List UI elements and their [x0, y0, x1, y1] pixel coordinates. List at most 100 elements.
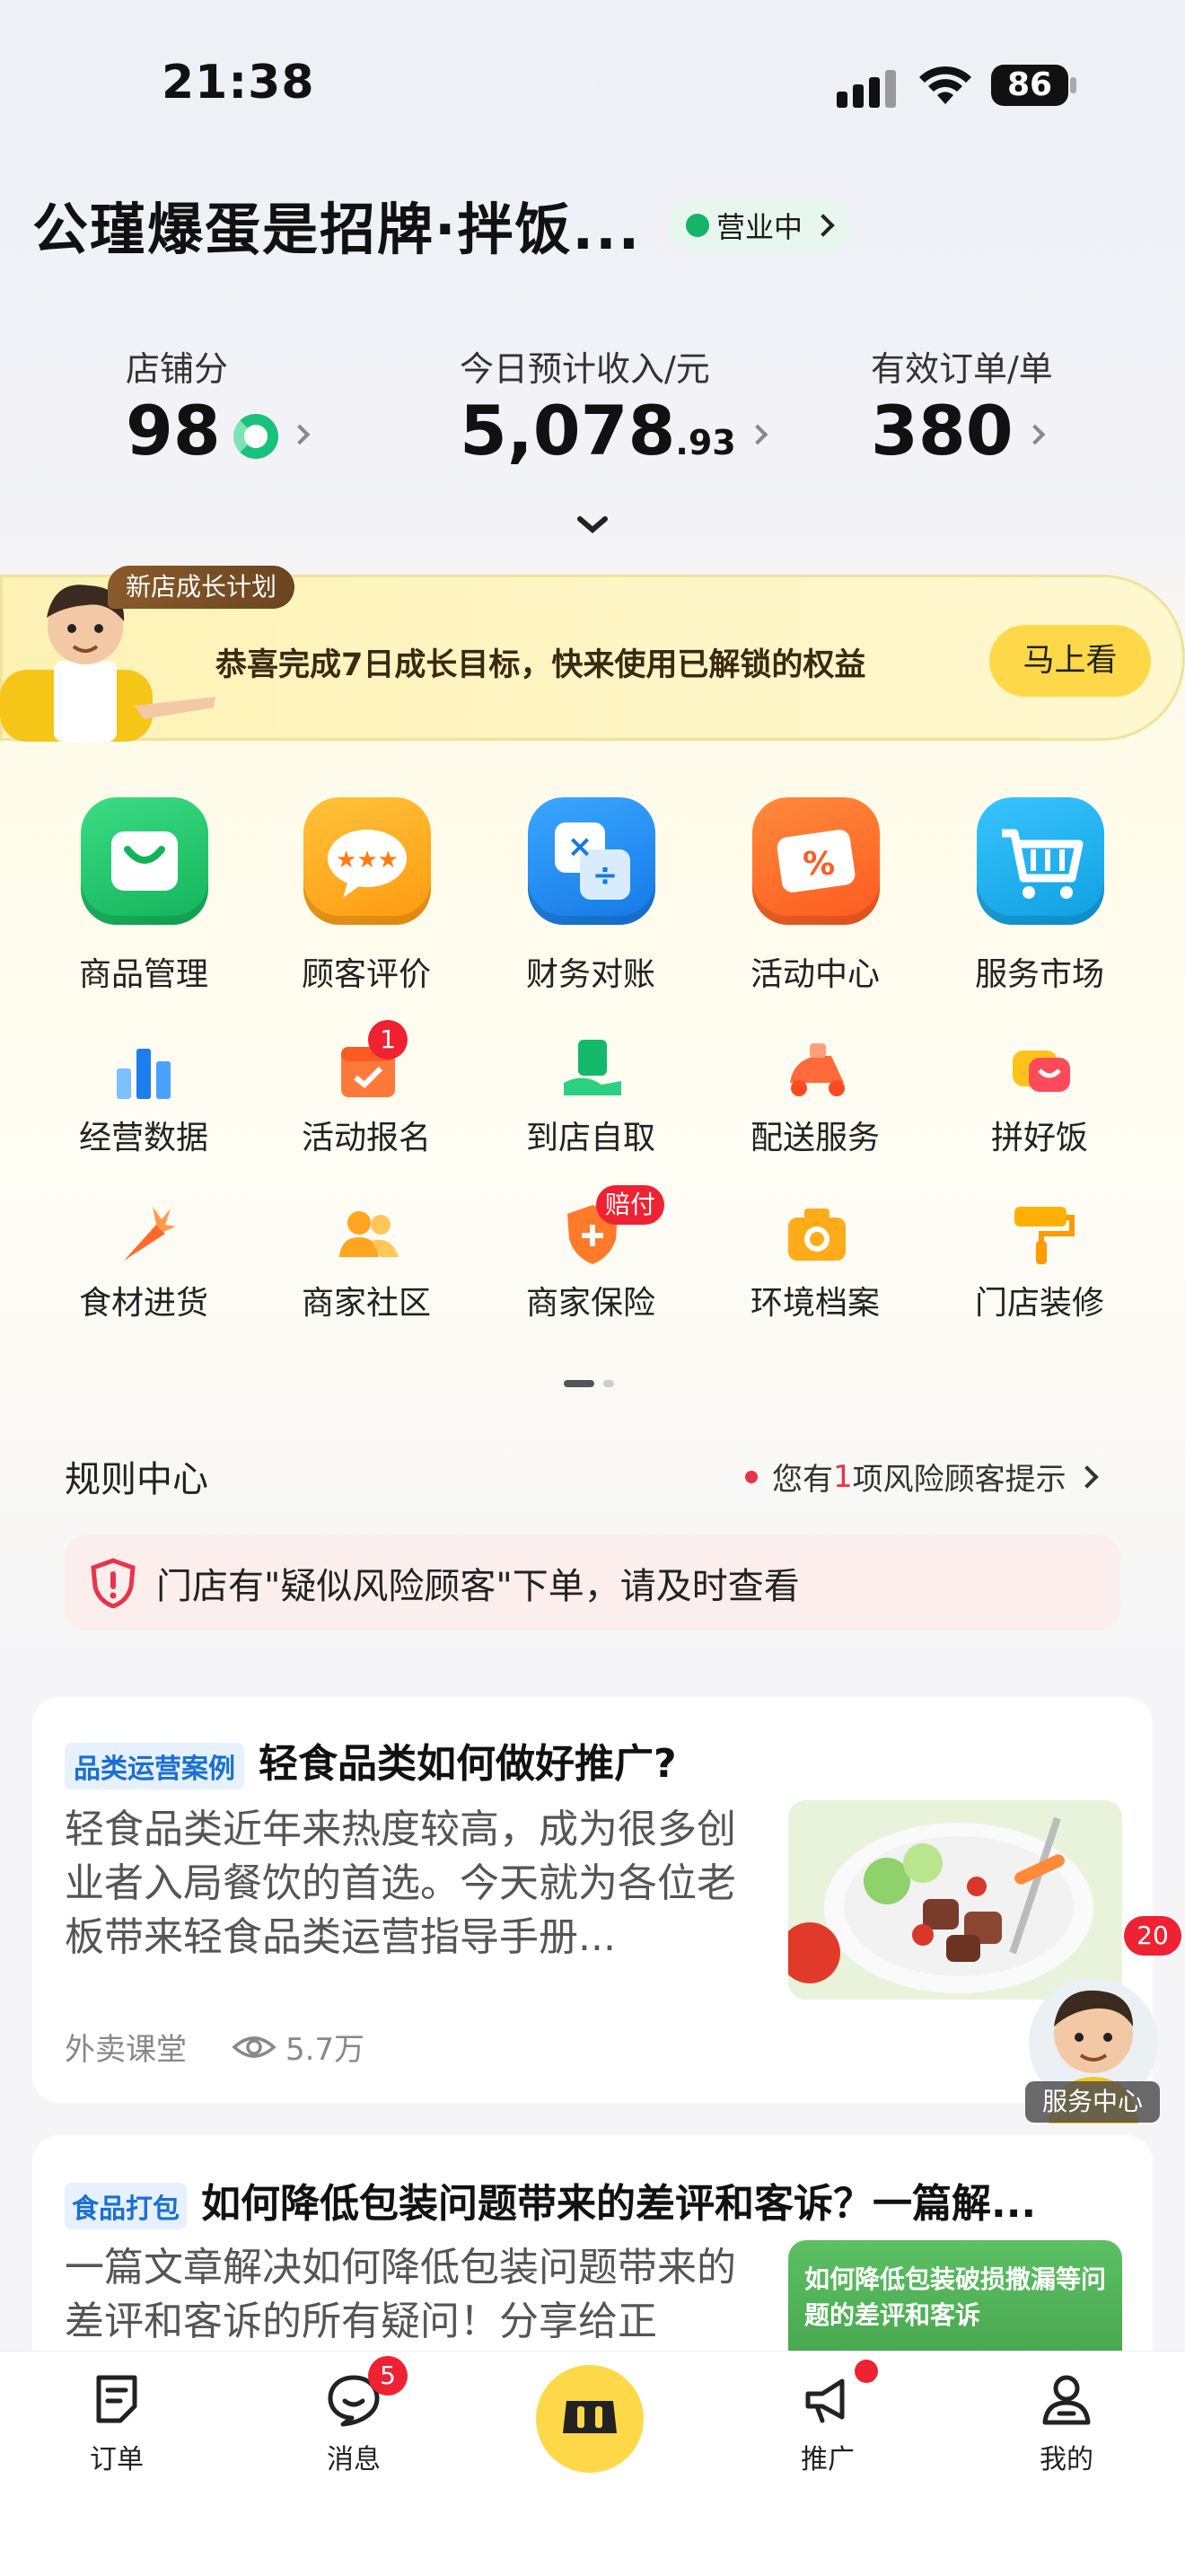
metric-valid-orders[interactable]: 有效订单/单 380 [871, 341, 1053, 470]
packaging-image: 如何降低包装破损撒漏等问题的差评和客诉 [788, 2240, 1122, 2361]
growth-plan-tag: 新店成长计划 [108, 566, 295, 609]
megaphone-icon [805, 2378, 845, 2423]
calculator-icon: × ÷ [528, 797, 655, 925]
grid-label: 活动中心 [750, 956, 880, 993]
shopping-bag-icon [81, 797, 208, 925]
metric-store-score[interactable]: 店铺分 98 [126, 341, 311, 470]
promotion-dot-badge [855, 2360, 878, 2383]
article-tag: 食品打包 [65, 2183, 187, 2229]
tab-orders[interactable]: 订单 [45, 2370, 189, 2476]
expand-chevron-icon[interactable] [575, 512, 610, 539]
risk-link-prefix: 您有 [772, 1462, 833, 1498]
metric-label: 今日预计收入/元 [460, 349, 710, 389]
chevron-right-icon [812, 214, 835, 237]
chevron-right-icon [289, 424, 311, 444]
risk-customer-link[interactable]: 您有 1 项风险顾客提示 [745, 1455, 1099, 1499]
grid-item-service-market[interactable] [977, 797, 1104, 925]
scooter-icon[interactable] [781, 1033, 853, 1104]
cellular-signal-icon [837, 68, 900, 108]
article-title-row[interactable]: 品类运营案例 轻食品类如何做好推广? [65, 1731, 677, 1789]
shield-alert-icon [91, 1558, 136, 1608]
metric-value: 380 [871, 391, 1014, 470]
paint-roller-icon[interactable] [1005, 1198, 1077, 1270]
store-status-pill[interactable]: 营业中 [668, 198, 854, 253]
tool-label[interactable]: 拼好饭 [941, 1112, 1138, 1158]
article-title-row[interactable]: 食品打包 如何降低包装问题带来的差评和客诉？一篇解... [65, 2171, 1036, 2229]
tab-promotion[interactable]: 推广 [756, 2370, 900, 2476]
camera-icon[interactable] [781, 1198, 853, 1270]
article-summary: 轻食品类近年来热度较高，成为很多创业者入局餐饮的首选。今天就为各位老板带来轻食品… [65, 1807, 736, 1960]
article-views: 5.7万 [285, 2032, 365, 2068]
people-icon[interactable] [332, 1198, 404, 1270]
metric-label: 有效订单/单 [871, 349, 1053, 389]
bar-chart-icon[interactable] [108, 1033, 180, 1104]
message-badge: 5 [368, 2356, 408, 2396]
tab-label: 我的 [1040, 2444, 1093, 2475]
tool-label[interactable]: 商家社区 [268, 1277, 465, 1323]
article-title: 如何降低包装问题带来的差评和客诉？一篇解... [201, 2181, 1037, 2227]
store-name[interactable]: 公瑾爆蛋是招牌·拌饭... [32, 184, 641, 265]
rating-chat-icon: ★★★ [303, 797, 431, 925]
metric-decimal: .93 [675, 423, 736, 462]
tool-label[interactable]: 到店自取 [492, 1112, 689, 1158]
tool-label[interactable]: 配送服务 [716, 1112, 914, 1158]
tab-label: 订单 [90, 2444, 144, 2475]
article-title: 轻食品类如何做好推广? [259, 1741, 677, 1787]
service-badge: 20 [1124, 1916, 1181, 1956]
carrot-icon[interactable] [108, 1198, 180, 1270]
wifi-icon [919, 66, 971, 104]
person-icon [1042, 2375, 1091, 2425]
article-source: 外卖课堂 [65, 2032, 187, 2068]
store-status-label: 营业中 [716, 210, 803, 244]
article-tag: 品类运营案例 [65, 1743, 244, 1789]
article-summary: 一篇文章解决如何降低包装问题带来的差评和客诉的所有疑问！分享给正 [65, 2245, 736, 2344]
chevron-right-icon [747, 424, 768, 444]
grid-item-customer-reviews[interactable]: ★★★ [303, 797, 431, 925]
meal-box-icon[interactable] [1005, 1033, 1077, 1104]
cart-icon [977, 797, 1104, 925]
grid-label: 服务市场 [974, 956, 1104, 993]
metric-value: 98 [126, 391, 221, 470]
score-ring-icon [233, 413, 278, 459]
grid-item-activity-center[interactable]: % [752, 797, 880, 925]
view-now-button[interactable]: 马上看 [989, 625, 1151, 697]
svg-text:×: × [567, 829, 593, 865]
metric-label: 店铺分 [126, 349, 229, 389]
compensation-badge: 赔付 [596, 1185, 665, 1225]
store-icon [563, 2401, 617, 2433]
page-indicator [564, 1374, 623, 1391]
svg-text:★★★: ★★★ [336, 847, 399, 874]
tool-label[interactable]: 门店装修 [941, 1277, 1138, 1323]
chevron-right-icon [1075, 1464, 1099, 1489]
metric-today-income[interactable]: 今日预计收入/元 5,078.93 [460, 341, 768, 470]
eye-icon [232, 2035, 276, 2058]
tool-label[interactable]: 经营数据 [45, 1112, 242, 1158]
tool-label[interactable]: 商家保险 [492, 1277, 689, 1323]
service-center-label[interactable]: 服务中心 [1025, 2081, 1160, 2123]
grid-label: 顾客评价 [301, 956, 431, 993]
tool-label[interactable]: 环境档案 [716, 1277, 914, 1323]
article-meta: 外卖课堂 5.7万 [65, 2025, 364, 2069]
grid-item-product-management[interactable] [81, 797, 208, 925]
pickup-hand-icon[interactable] [557, 1033, 628, 1104]
risk-alert-bar[interactable]: 门店有"疑似风险顾客"下单，请及时查看 [65, 1535, 1120, 1631]
coupon-percent-icon: % [752, 797, 880, 925]
chevron-right-icon [1024, 424, 1045, 444]
rules-center-title[interactable]: 规则中心 [65, 1450, 208, 1502]
notification-badge: 1 [368, 1020, 408, 1059]
tab-label: 消息 [327, 2444, 381, 2475]
grid-label: 商品管理 [78, 956, 208, 993]
tool-label[interactable]: 活动报名 [268, 1112, 465, 1158]
tab-mine[interactable]: 我的 [995, 2370, 1138, 2476]
tab-label: 推广 [801, 2444, 855, 2475]
status-dot-icon [686, 214, 709, 237]
svg-text:÷: ÷ [592, 857, 619, 893]
grid-item-finance-reconciliation[interactable]: × ÷ [528, 797, 655, 925]
battery-icon: 86 [991, 65, 1077, 106]
banner-text: 恭喜完成7日成长目标，快来使用已解锁的权益 [215, 647, 866, 683]
store-center-button[interactable] [536, 2365, 644, 2473]
tool-label[interactable]: 食材进货 [45, 1277, 242, 1323]
risk-link-suffix: 项风险顾客提示 [852, 1462, 1066, 1498]
risk-count: 1 [833, 1458, 853, 1495]
svg-text:%: % [803, 846, 835, 883]
